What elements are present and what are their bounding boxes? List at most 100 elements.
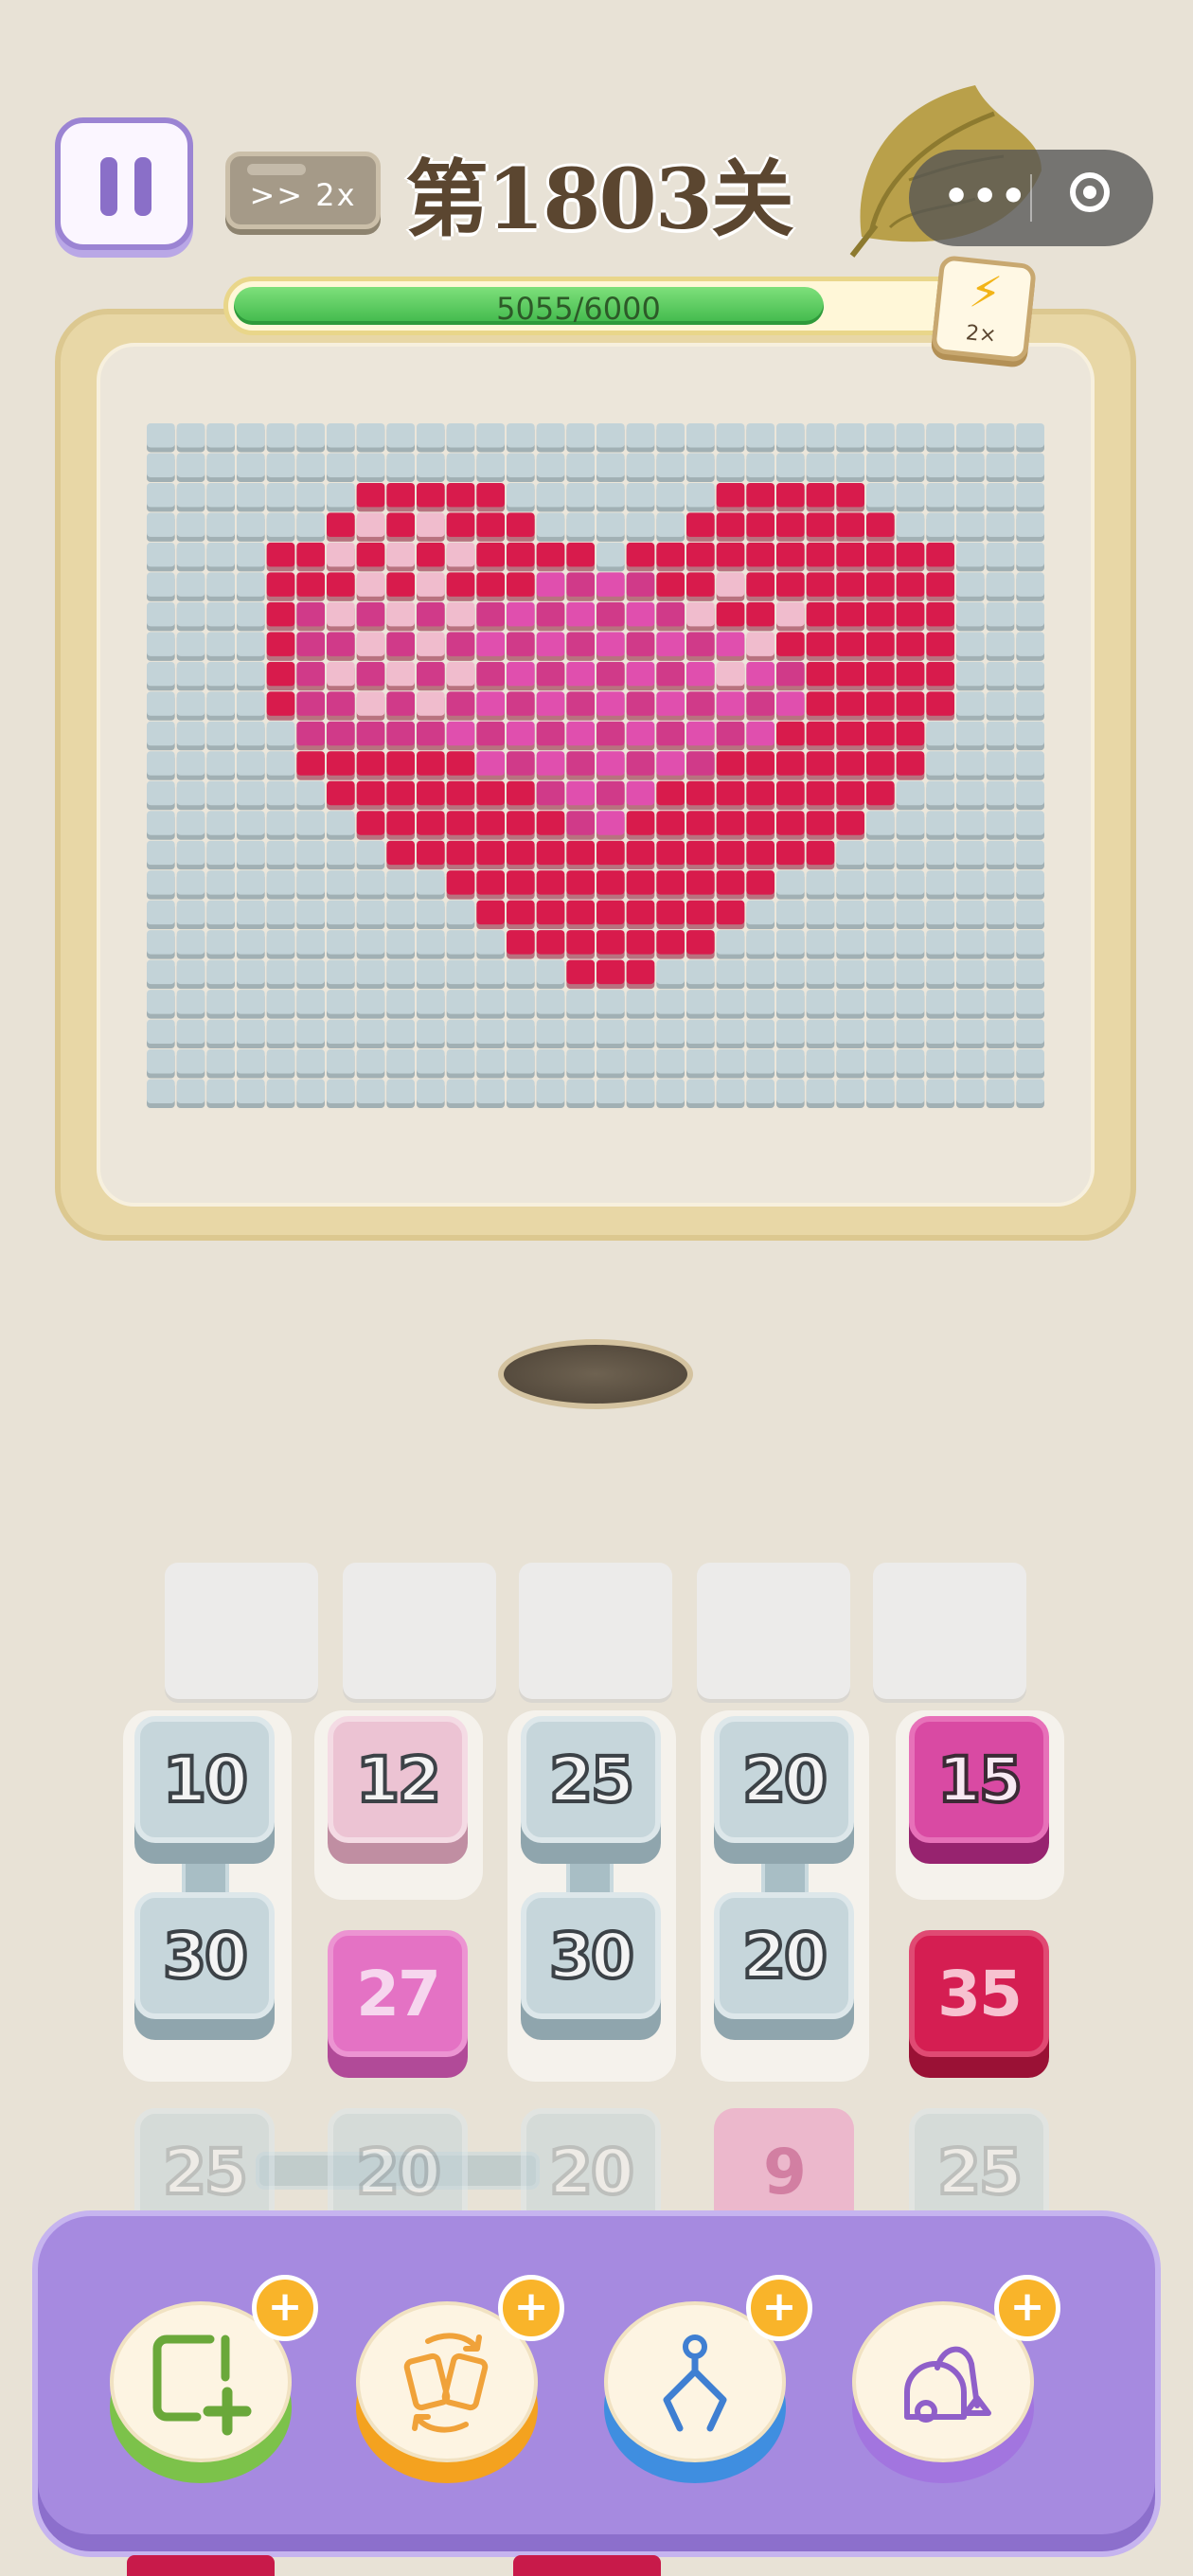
heart-pixel (446, 661, 475, 691)
empty-pixel (866, 840, 895, 870)
button-highlight (247, 164, 306, 175)
shuffle-tool-button[interactable]: + (354, 2275, 564, 2493)
heart-pixel (536, 751, 565, 780)
empty-pixel (176, 811, 205, 840)
number-tile[interactable]: 20 (706, 1892, 862, 2040)
empty-pixel (986, 482, 1015, 512)
empty-pixel (746, 930, 775, 959)
empty-pixel (356, 1079, 385, 1108)
more-dots-icon[interactable]: ••• (943, 172, 1028, 221)
heart-pixel (656, 632, 685, 661)
number-tile[interactable]: 25 (513, 1716, 668, 1864)
empty-pixel (656, 423, 685, 453)
empty-pixel (356, 1049, 385, 1079)
empty-pixel (417, 930, 445, 959)
heart-pixel (836, 512, 864, 542)
empty-pixel (956, 572, 985, 601)
empty-pixel (986, 1049, 1015, 1079)
empty-pixel (147, 423, 175, 453)
empty-pixel (507, 990, 535, 1019)
empty-pixel (206, 811, 235, 840)
number-tile[interactable]: 15 (901, 1716, 1057, 1864)
number-tile[interactable]: 20 (706, 1716, 862, 1864)
empty-pixel (776, 1079, 805, 1108)
empty-pixel (206, 780, 235, 811)
empty-slot-5 (873, 1563, 1026, 1699)
double-booster-card[interactable]: ⚡ 2× (930, 254, 1038, 364)
empty-slot-1 (165, 1563, 318, 1699)
empty-pixel (206, 453, 235, 482)
heart-pixel (896, 572, 925, 601)
target-circle-icon[interactable] (1070, 172, 1110, 212)
heart-pixel (836, 780, 864, 811)
heart-pixel (746, 721, 775, 751)
heart-pixel (356, 780, 385, 811)
heart-pixel (746, 870, 775, 900)
empty-pixel (776, 870, 805, 900)
empty-pixel (507, 1019, 535, 1049)
heart-pixel (536, 601, 565, 632)
empty-pixel (1016, 780, 1044, 811)
empty-pixel (147, 632, 175, 661)
empty-pixel (507, 453, 535, 482)
empty-pixel (206, 721, 235, 751)
pause-button[interactable] (55, 117, 193, 250)
empty-pixel (716, 959, 745, 990)
heart-pixel (866, 542, 895, 572)
number-tile[interactable]: 27 (320, 1930, 475, 2078)
empty-pixel (356, 990, 385, 1019)
heart-pixel (327, 512, 355, 542)
heart-pixel (926, 572, 954, 601)
empty-pixel (686, 1049, 715, 1079)
empty-pixel (806, 990, 835, 1019)
empty-pixel (836, 930, 864, 959)
tool-plus-badge[interactable]: + (746, 2275, 812, 2341)
heart-pixel (656, 721, 685, 751)
heart-pixel (896, 751, 925, 780)
number-tile[interactable]: 12 (320, 1716, 475, 1864)
heart-pixel (446, 482, 475, 512)
heart-pixel (386, 542, 415, 572)
number-tile[interactable]: 35 (901, 1930, 1057, 2078)
empty-pixel (716, 423, 745, 453)
empty-pixel (176, 482, 205, 512)
heart-pixel (626, 840, 655, 870)
empty-pixel (1016, 900, 1044, 930)
empty-pixel (206, 423, 235, 453)
vacuum-tool-button[interactable]: + (850, 2275, 1060, 2493)
empty-pixel (776, 990, 805, 1019)
empty-pixel (147, 453, 175, 482)
empty-pixel (446, 1049, 475, 1079)
empty-pixel (386, 1049, 415, 1079)
empty-pixel (237, 870, 265, 900)
heart-pixel (656, 661, 685, 691)
tile-face: 20 (714, 1716, 854, 1843)
heart-pixel (926, 542, 954, 572)
tool-plus-badge[interactable]: + (252, 2275, 318, 2341)
empty-pixel (237, 811, 265, 840)
empty-pixel (806, 930, 835, 959)
heart-pixel (386, 512, 415, 542)
number-tile[interactable]: 30 (127, 1892, 282, 2040)
empty-pixel (327, 1019, 355, 1049)
grab-tool-button[interactable]: + (602, 2275, 812, 2493)
add-slot-tool-button[interactable]: + (108, 2275, 318, 2493)
empty-pixel (926, 811, 954, 840)
heart-pixel (507, 512, 535, 542)
empty-pixel (206, 601, 235, 632)
number-tile[interactable]: 30 (513, 1892, 668, 2040)
tool-plus-badge[interactable]: + (498, 2275, 564, 2341)
empty-pixel (716, 1019, 745, 1049)
empty-pixel (176, 661, 205, 691)
heart-pixel (446, 601, 475, 632)
number-tile[interactable]: 10 (127, 1716, 282, 1864)
heart-pixel (656, 542, 685, 572)
heart-pixel (507, 870, 535, 900)
empty-pixel (926, 1019, 954, 1049)
empty-pixel (237, 780, 265, 811)
speed-toggle-button[interactable]: >> 2x (225, 152, 381, 229)
empty-pixel (417, 1049, 445, 1079)
tool-plus-badge[interactable]: + (994, 2275, 1060, 2341)
empty-pixel (956, 1049, 985, 1079)
claw-grabber-icon (663, 2334, 727, 2432)
